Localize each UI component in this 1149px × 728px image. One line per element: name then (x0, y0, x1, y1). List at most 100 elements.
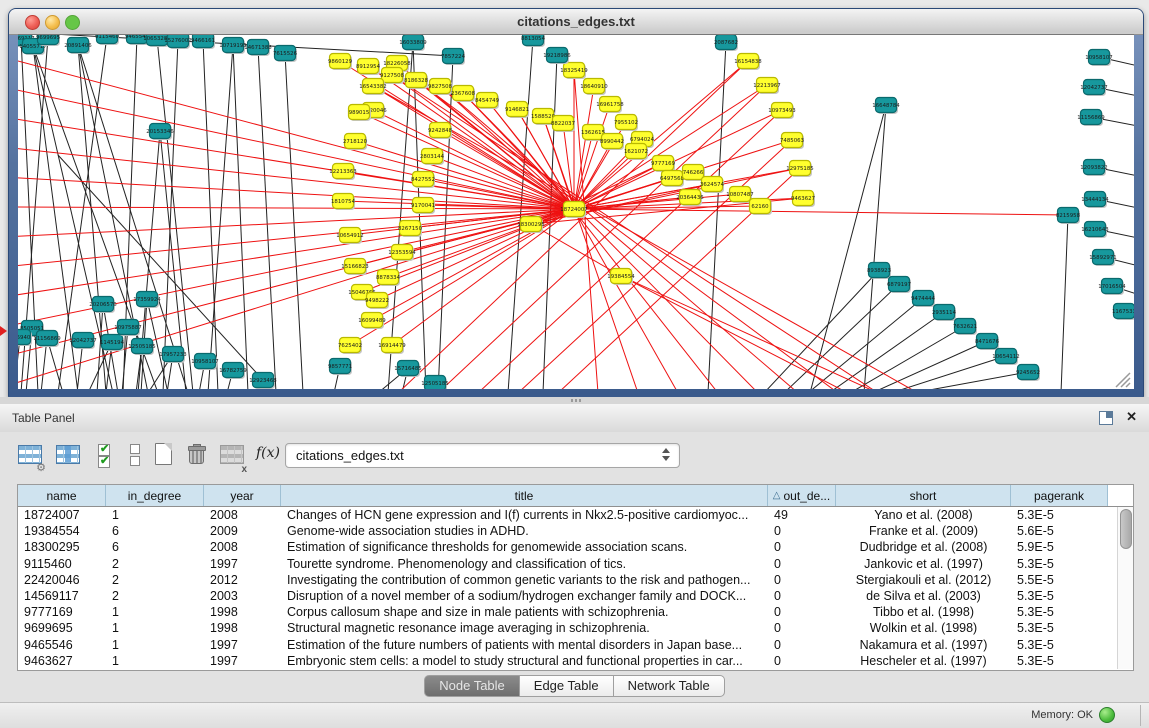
graph-node[interactable]: 10719195 (219, 38, 246, 55)
graph-edge[interactable] (402, 209, 574, 252)
graph-node[interactable]: 9699695 (36, 35, 60, 46)
column-header-pagerank[interactable]: pagerank (1011, 485, 1108, 506)
graph-node[interactable]: 16154838 (734, 54, 762, 71)
function-builder-button[interactable]: f(x) (256, 445, 280, 461)
graph-node[interactable]: 17957233 (159, 347, 186, 364)
graph-node[interactable]: 19218986 (543, 48, 571, 65)
graph-node[interactable]: 17016504 (1098, 279, 1126, 296)
graph-node[interactable]: 6879197 (887, 277, 911, 294)
graph-edge[interactable] (1061, 215, 1068, 389)
graph-edge[interactable] (18, 177, 574, 209)
table-settings-button[interactable]: ⚙ (16, 442, 44, 470)
graph-node[interactable]: 20206576 (89, 297, 117, 314)
graph-node[interactable]: 16914479 (378, 338, 406, 355)
graph-node[interactable]: 18640910 (580, 79, 608, 96)
resize-grip-icon[interactable] (1116, 373, 1130, 387)
tab-node-table[interactable]: Node Table (424, 675, 520, 697)
column-header-year[interactable]: year (204, 485, 281, 506)
graph-node[interactable]: 16033809 (399, 35, 427, 51)
graph-node[interactable]: 10958107 (1085, 50, 1112, 67)
graph-node[interactable]: 7632621 (953, 319, 977, 336)
column-header-name[interactable]: name (18, 485, 106, 506)
graph-node[interactable]: 7615526 (273, 46, 298, 63)
graph-node[interactable]: 15166823 (341, 259, 368, 276)
scrollbar-thumb[interactable] (1120, 509, 1132, 549)
table-row[interactable]: 2242004622012Investigating the contribut… (18, 572, 1133, 588)
column-header-in_degree[interactable]: in_degree (106, 485, 204, 506)
graph-edge[interactable] (18, 209, 574, 237)
graph-edge[interactable] (574, 209, 1068, 215)
delete-column-button[interactable]: x (218, 442, 246, 470)
table-row[interactable]: 1872400712008Changes of HCN gene express… (18, 507, 1133, 523)
graph-edge[interactable] (891, 356, 1006, 389)
graph-node[interactable]: 12042737 (1080, 80, 1107, 97)
column-header-title[interactable]: title (281, 485, 768, 506)
graph-node[interactable]: 8471676 (975, 334, 1000, 351)
graph-node[interactable]: 12975185 (786, 161, 813, 178)
graph-node[interactable]: 3624574 (700, 177, 725, 194)
graph-node[interactable]: 15892971 (1089, 250, 1116, 267)
graph-node[interactable]: 2367608 (451, 86, 476, 103)
graph-node[interactable]: 2803144 (420, 149, 445, 166)
graph-edge[interactable] (413, 42, 426, 389)
graph-node[interactable]: 7625402 (338, 338, 362, 355)
table-row[interactable]: 1938455462009Genome-wide association stu… (18, 523, 1133, 539)
graph-node[interactable]: 8267150 (398, 221, 423, 238)
graph-edge[interactable] (850, 326, 965, 389)
graph-node[interactable]: 11156869 (33, 331, 61, 348)
graph-node[interactable]: 8912954 (356, 59, 381, 76)
table-row[interactable]: 946554611997Estimation of the future num… (18, 637, 1133, 653)
graph-node[interactable]: 20153346 (146, 124, 174, 141)
table-row[interactable]: 911546021997Tourette syndrome. Phenomeno… (18, 556, 1133, 572)
graph-node[interactable]: 12505185 (128, 339, 155, 356)
graph-node[interactable]: 8427552 (411, 172, 435, 189)
graph-node[interactable]: 6497568 (660, 171, 685, 188)
graph-edge[interactable] (258, 47, 276, 389)
graph-edge[interactable] (18, 207, 574, 209)
graph-edge[interactable] (574, 70, 598, 389)
show-column-button[interactable] (54, 442, 82, 470)
graph-node[interactable]: 18300295 (517, 217, 544, 234)
graph-edge[interactable] (285, 53, 303, 389)
table-combobox[interactable]: citations_edges.txt (285, 443, 680, 468)
graph-edge[interactable] (233, 45, 248, 389)
graph-node[interactable]: 20364436 (676, 190, 704, 207)
graph-node[interactable]: 9860129 (328, 54, 353, 71)
graph-node[interactable]: 16648784 (872, 98, 900, 115)
delete-table-button[interactable] (184, 442, 212, 470)
graph-node[interactable]: 10654112 (992, 349, 1019, 366)
graph-node[interactable]: 14671388 (244, 40, 272, 57)
graph-node[interactable]: 9242848 (428, 123, 453, 140)
graph-node[interactable]: 62160 (750, 199, 773, 216)
close-panel-icon[interactable]: ✕ (1126, 409, 1137, 425)
graph-edge[interactable] (208, 45, 233, 389)
graph-node[interactable]: 8878334 (376, 270, 401, 287)
table-row[interactable]: 969969511998Structural magnetic resonanc… (18, 620, 1133, 636)
graph-node[interactable]: 12093822 (1080, 160, 1107, 177)
graph-node[interactable]: 10654912 (336, 228, 363, 245)
graph-node[interactable]: 1810754 (331, 194, 356, 211)
graph-node[interactable]: 12923468 (249, 373, 277, 390)
memory-ok-indicator[interactable] (1099, 707, 1115, 723)
graph-node[interactable]: 9857771 (328, 359, 352, 376)
graph-node[interactable]: 9146821 (505, 102, 529, 119)
graph-node[interactable]: 8186328 (404, 73, 429, 90)
graph-node[interactable]: 9474444 (911, 291, 936, 308)
graph-node[interactable]: 18724007 (560, 202, 587, 219)
graph-node[interactable]: 18325419 (560, 63, 588, 80)
graph-node[interactable]: 8822037 (551, 116, 575, 133)
graph-node[interactable]: 8215958 (1056, 208, 1081, 225)
graph-node[interactable]: 8454749 (475, 93, 500, 110)
graph-node[interactable]: 1167533 (1112, 304, 1134, 321)
graph-node[interactable]: 13444134 (1081, 192, 1109, 209)
graph-edge[interactable] (829, 312, 944, 389)
graph-node[interactable]: 12213363 (329, 164, 356, 181)
graph-node[interactable]: 8990442 (600, 134, 624, 151)
graph-node[interactable]: 1621072 (624, 144, 648, 161)
graph-edge[interactable] (621, 276, 848, 389)
graph-edge[interactable] (157, 38, 193, 389)
float-panel-icon[interactable] (1099, 411, 1113, 425)
graph-node[interactable]: 9115460 (95, 35, 120, 45)
graph-node[interactable]: 16782759 (219, 363, 247, 380)
table-row[interactable]: 946362711997Embryonic stem cells: a mode… (18, 653, 1133, 669)
